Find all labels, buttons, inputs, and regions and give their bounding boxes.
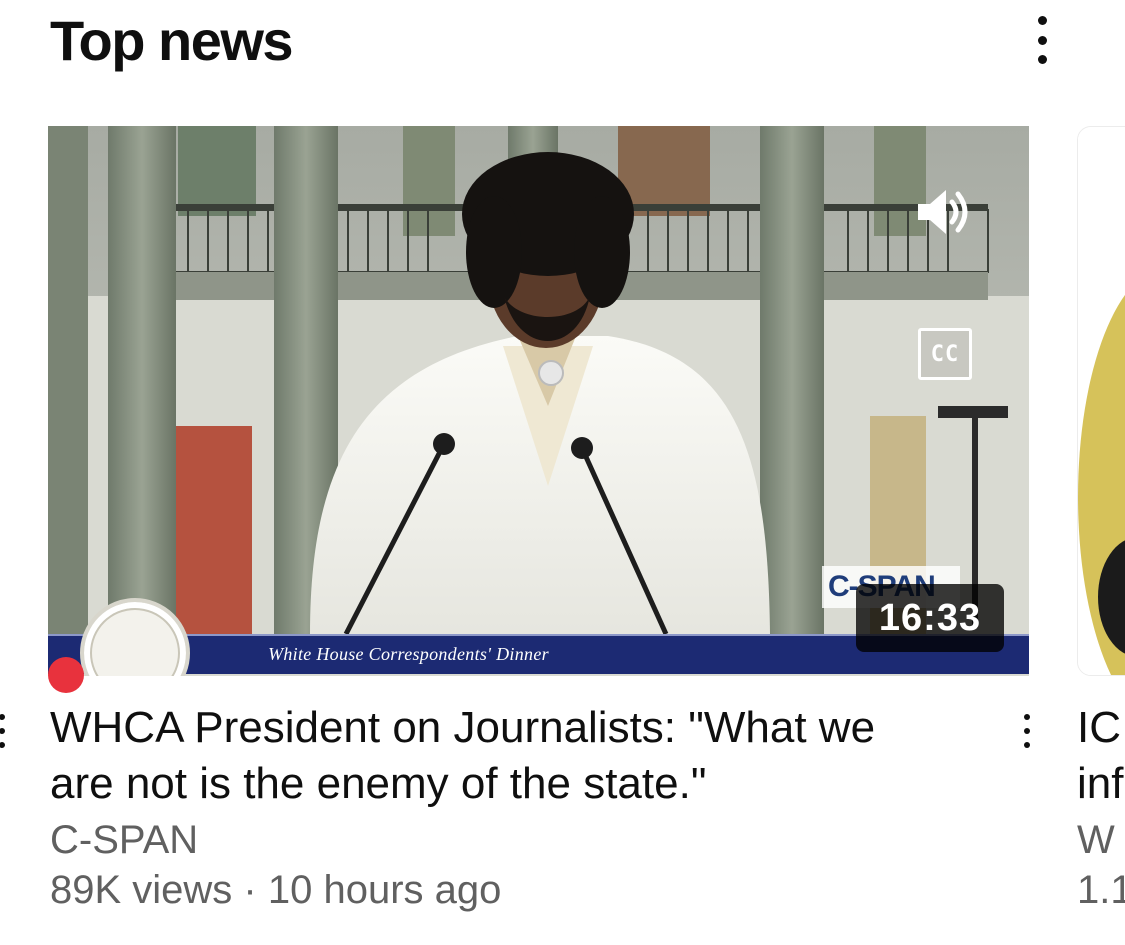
duration-badge: 16:33 <box>856 584 1004 652</box>
next-thumbnail-image <box>1078 127 1125 675</box>
section-title: Top news <box>50 9 294 72</box>
next-video-thumbnail[interactable] <box>1077 126 1125 676</box>
video-meta: 89K views · 10 hours ago <box>50 868 501 913</box>
upload-age: 10 hours ago <box>267 868 502 912</box>
captions-button[interactable]: CC <box>918 328 972 380</box>
video-thumbnail[interactable]: CC C-SPAN White House Correspondents' Di… <box>48 126 1029 676</box>
video-title[interactable]: WHCA President on Journalists: "What we … <box>50 700 950 812</box>
speaker-icon[interactable] <box>914 184 974 240</box>
previous-video-more-icon[interactable] <box>0 714 8 748</box>
channel-name[interactable]: C-SPAN <box>50 818 198 863</box>
meta-separator: · <box>232 868 268 912</box>
next-video-title[interactable]: IC inf <box>1077 700 1123 812</box>
next-video-meta: 1.1 <box>1077 868 1125 912</box>
video-more-icon[interactable] <box>1018 714 1036 748</box>
next-video-channel[interactable]: W <box>1077 818 1115 863</box>
section-more-icon[interactable] <box>1032 16 1052 64</box>
view-count: 89K views <box>50 868 233 912</box>
new-indicator-dot <box>48 657 84 693</box>
